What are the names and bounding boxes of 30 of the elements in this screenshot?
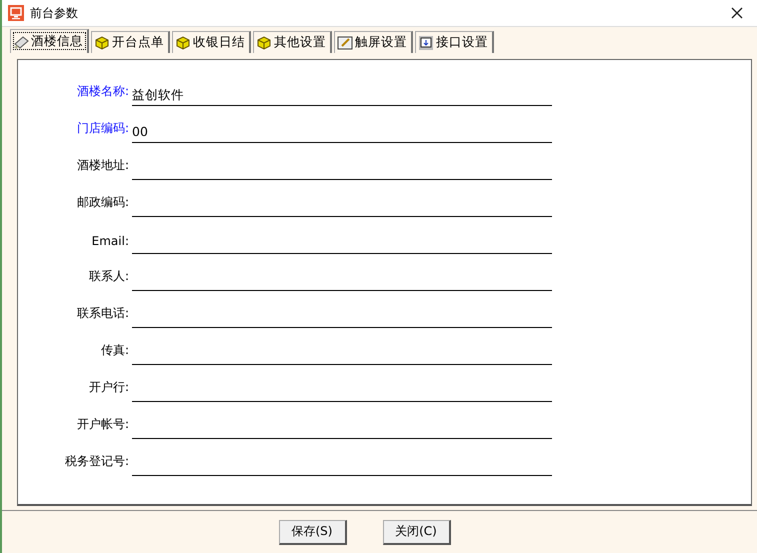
dialog-button[interactable]: 关闭(C)	[382, 520, 450, 544]
tab[interactable]: 开台点单	[91, 31, 170, 53]
field-label: 联系电话:	[76, 305, 129, 322]
field-label: 门店编码:	[76, 120, 129, 137]
input-field[interactable]: 00	[132, 121, 552, 143]
monitor-icon	[8, 5, 24, 21]
tab[interactable]: 触屏设置	[334, 31, 413, 53]
field-label: Email:	[90, 234, 129, 250]
field-label: 酒楼地址:	[76, 157, 129, 174]
tab[interactable]: 酒楼信息	[10, 29, 89, 53]
field-label: 邮政编码:	[76, 194, 129, 211]
tab[interactable]: 收银日结	[172, 31, 251, 53]
close-icon[interactable]	[731, 7, 743, 19]
pen-icon	[337, 34, 353, 50]
field-label: 开户行:	[88, 379, 129, 396]
cube-icon	[94, 34, 110, 50]
tab[interactable]: 接口设置	[415, 31, 494, 53]
window-title: 前台参数	[30, 4, 78, 22]
field-label: 传真:	[100, 342, 129, 359]
cube-icon	[256, 34, 272, 50]
dialog-button[interactable]: 保存(S)	[278, 520, 346, 544]
cube-icon	[175, 34, 191, 50]
tab[interactable]: 其他设置	[253, 31, 332, 53]
field-label: 联系人:	[88, 268, 129, 285]
note-icon	[13, 34, 29, 50]
field-label: 开户帐号:	[76, 416, 129, 433]
monitor-icon	[418, 34, 434, 50]
field-label: 税务登记号:	[64, 453, 129, 470]
input-field[interactable]: 益创软件	[132, 84, 552, 106]
field-label: 酒楼名称:	[76, 83, 129, 100]
